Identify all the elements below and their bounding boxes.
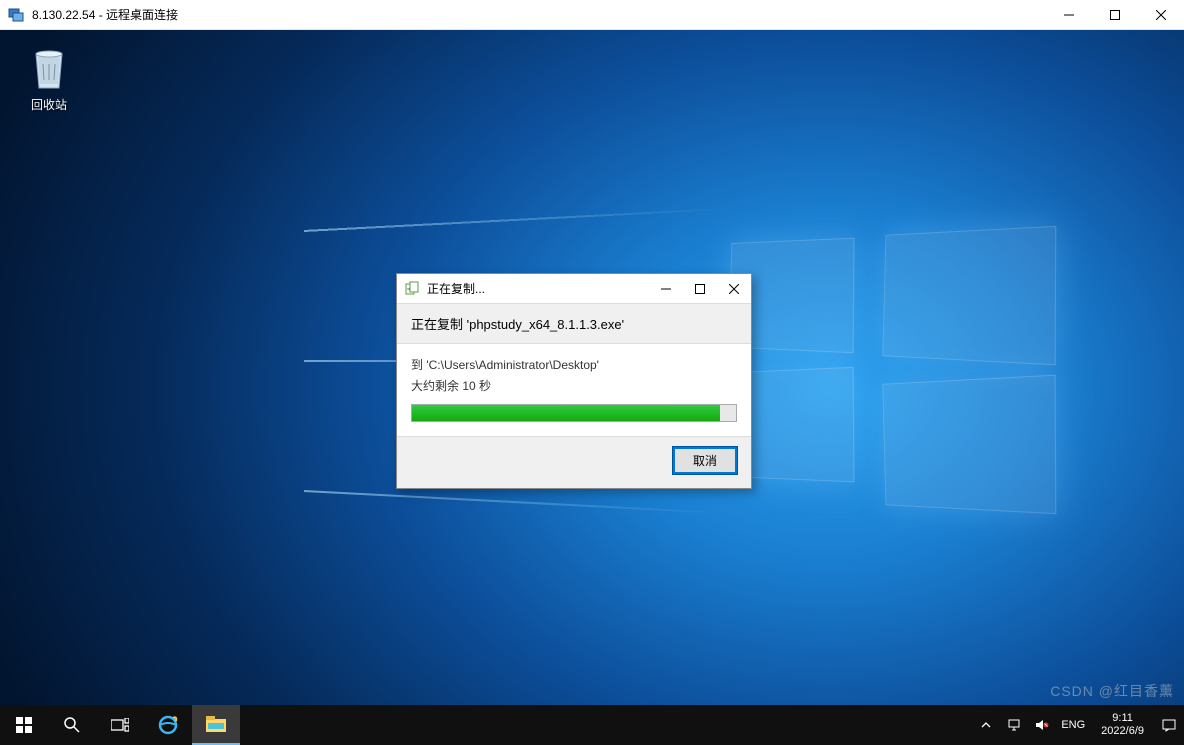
dialog-maximize-button[interactable] [683, 274, 717, 304]
tray-volume-icon[interactable] [1033, 719, 1051, 731]
taskbar: ENG 9:11 2022/6/9 [0, 705, 1184, 745]
tray-chevron-icon[interactable] [977, 720, 995, 730]
copy-dialog-icon [405, 281, 421, 297]
minimize-button[interactable] [1046, 0, 1092, 30]
tray-ime-indicator[interactable]: ENG [1061, 719, 1085, 731]
tray-network-icon[interactable] [1005, 719, 1023, 731]
dialog-minimize-button[interactable] [649, 274, 683, 304]
watermark: CSDN @红目香薰 [1050, 681, 1174, 701]
recycle-bin-desktop-icon[interactable]: 回收站 [12, 42, 86, 113]
cancel-button[interactable]: 取消 [673, 447, 737, 474]
tray-date: 2022/6/9 [1101, 725, 1144, 738]
progress-fill [412, 405, 720, 421]
dialog-title: 正在复制... [427, 280, 649, 297]
progress-bar [411, 404, 737, 422]
dialog-body: 到 'C:\Users\Administrator\Desktop' 大约剩余 … [397, 344, 751, 436]
task-view-button[interactable] [96, 705, 144, 745]
copy-progress-dialog: 正在复制... 正在复制 'phpstudy_x64_8.1.1.3.exe' … [396, 273, 752, 489]
dialog-titlebar[interactable]: 正在复制... [397, 274, 751, 304]
system-tray: ENG 9:11 2022/6/9 [977, 705, 1184, 745]
copy-destination: 到 'C:\Users\Administrator\Desktop' [411, 356, 737, 373]
remote-desktop: 回收站 正在复制... 正在复制 'phpstudy_x64_8.1.1.3.e… [0, 30, 1184, 745]
dialog-close-button[interactable] [717, 274, 751, 304]
taskbar-explorer-button[interactable] [192, 705, 240, 745]
taskbar-ie-button[interactable] [144, 705, 192, 745]
window-controls [1046, 0, 1184, 30]
close-button[interactable] [1138, 0, 1184, 30]
tray-time: 9:11 [1101, 712, 1144, 725]
copy-eta: 大约剩余 10 秒 [411, 377, 737, 394]
dialog-header: 正在复制 'phpstudy_x64_8.1.1.3.exe' [397, 304, 751, 344]
start-button[interactable] [0, 705, 48, 745]
rdp-window-titlebar: 8.130.22.54 - 远程桌面连接 [0, 0, 1184, 30]
tray-notifications-icon[interactable] [1160, 718, 1178, 732]
dialog-footer: 取消 [397, 436, 751, 488]
tray-clock[interactable]: 9:11 2022/6/9 [1095, 712, 1150, 738]
recycle-bin-label: 回收站 [12, 96, 86, 113]
rdp-icon [8, 7, 24, 23]
search-button[interactable] [48, 705, 96, 745]
recycle-bin-icon [28, 42, 70, 92]
maximize-button[interactable] [1092, 0, 1138, 30]
rdp-window-title: 8.130.22.54 - 远程桌面连接 [32, 6, 1046, 23]
